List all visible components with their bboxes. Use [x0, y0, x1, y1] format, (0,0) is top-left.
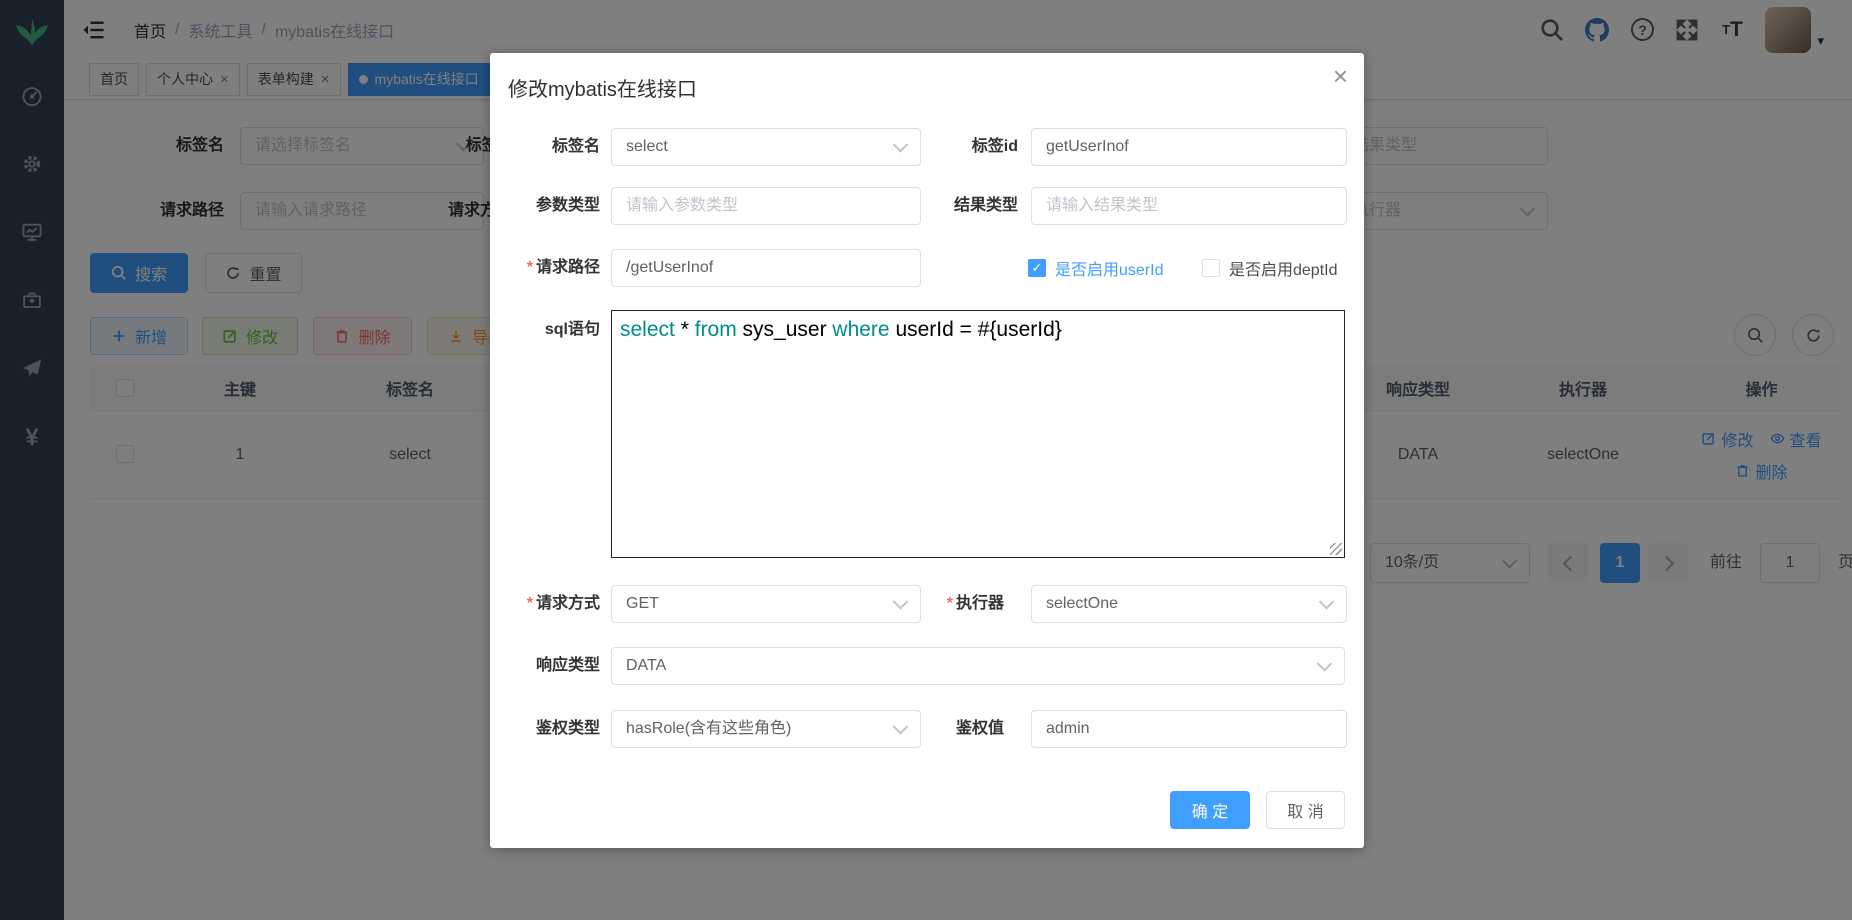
sql-label: sql语句 [490, 311, 600, 349]
param-type-input[interactable] [611, 187, 921, 225]
resize-handle[interactable] [1330, 543, 1342, 555]
chevron-down-icon [1317, 656, 1333, 672]
auth-value-label: 鉴权值 [884, 710, 1004, 748]
executor-select[interactable]: selectOne [1031, 585, 1347, 623]
tag-name-label: 标签名 [490, 128, 600, 166]
app-screen: ¥ 首页 / 系统工具 / mybatis在线接口 ? [0, 0, 1852, 920]
checkbox-unchecked-icon [1202, 259, 1220, 277]
enable-userid-checkbox[interactable]: ✓ 是否启用userId [1028, 249, 1163, 287]
result-type-input[interactable] [1031, 187, 1347, 225]
method-label: *请求方式 [490, 585, 600, 623]
tag-id-label: 标签id [898, 128, 1018, 166]
chevron-down-icon [1319, 594, 1335, 610]
sql-editor[interactable]: select * from sys_user where userId = #{… [611, 310, 1345, 558]
confirm-button[interactable]: 确 定 [1170, 791, 1250, 829]
auth-type-select[interactable]: hasRole(含有这些角色) [611, 710, 921, 748]
result-type-label: 结果类型 [898, 187, 1018, 225]
auth-type-label: 鉴权类型 [490, 710, 600, 748]
path-label: *请求路径 [490, 249, 600, 287]
close-icon[interactable]: × [1333, 63, 1348, 89]
enable-deptid-checkbox[interactable]: 是否启用deptId [1202, 249, 1338, 287]
dialog-title: 修改mybatis在线接口 [508, 73, 697, 102]
response-type-select[interactable]: DATA [611, 647, 1345, 685]
path-input[interactable] [611, 249, 921, 287]
executor-label: *执行器 [884, 585, 1004, 623]
param-type-label: 参数类型 [490, 187, 600, 225]
auth-value-input[interactable] [1031, 710, 1347, 748]
tag-name-select[interactable]: select [611, 128, 921, 166]
response-type-label: 响应类型 [490, 647, 600, 685]
tag-id-input[interactable] [1031, 128, 1347, 166]
method-select[interactable]: GET [611, 585, 921, 623]
edit-mybatis-dialog: 修改mybatis在线接口 × 标签名 select 标签id 参数类型 结果类… [490, 53, 1364, 848]
cancel-button[interactable]: 取 消 [1266, 791, 1345, 829]
checkbox-checked-icon: ✓ [1028, 259, 1046, 277]
